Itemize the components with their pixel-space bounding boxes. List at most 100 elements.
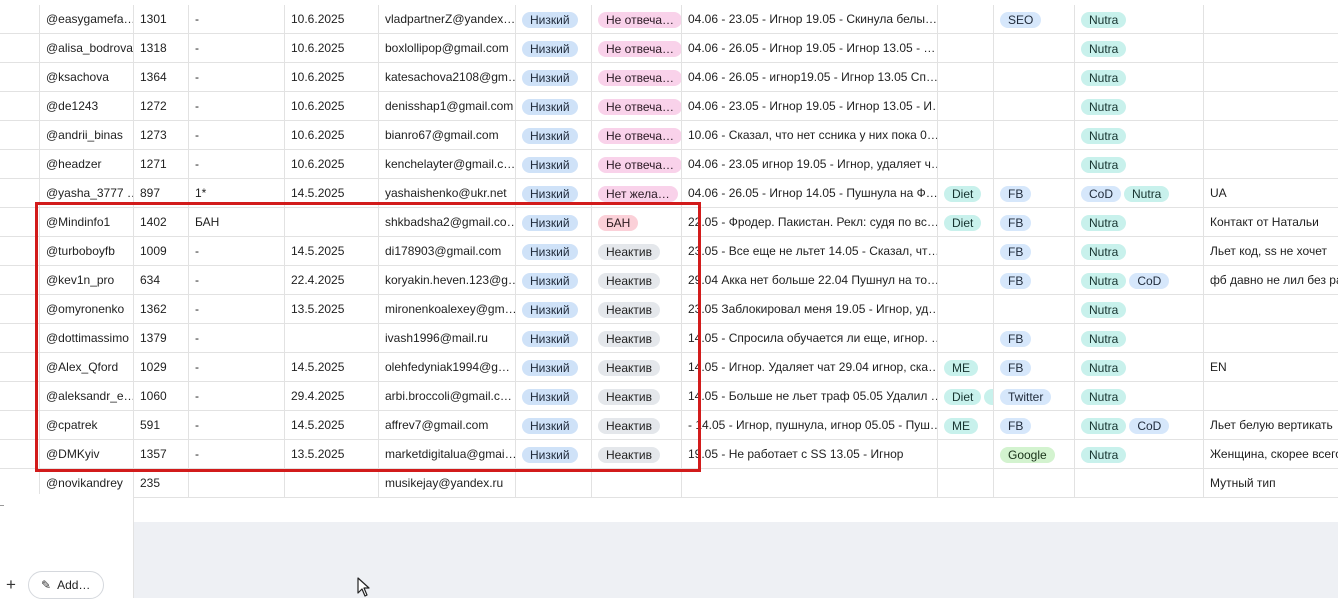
flag-cell[interactable]: - [189,34,285,62]
source-cell[interactable]: SEO [994,5,1075,33]
row-header-cell[interactable] [0,295,40,323]
username-cell[interactable]: @yasha_3777 … [40,179,134,207]
row-header-cell[interactable] [0,121,40,149]
id-cell[interactable]: 1271 [134,150,189,178]
username-cell[interactable]: @turboboyfb [40,237,134,265]
flag-cell[interactable]: - [189,324,285,352]
email-cell[interactable]: marketdigitalua@gmai… [379,440,516,468]
row-header-cell[interactable] [0,324,40,352]
flag-cell[interactable]: - [189,237,285,265]
priority-cell[interactable]: Низкий [516,63,592,91]
vertical-cell[interactable]: Nutra [1075,324,1204,352]
status-cell[interactable]: Неактив [592,353,682,381]
flag-cell[interactable]: - [189,295,285,323]
id-cell[interactable]: 1272 [134,92,189,120]
source-cell[interactable]: FB [994,324,1075,352]
notes-cell[interactable]: - 14.05 - Игнор, пушнула, игнор 05.05 - … [682,411,938,439]
status-cell[interactable]: Не отвеча… [592,92,682,120]
geo-cell[interactable] [938,121,994,149]
row-header-cell[interactable] [0,237,40,265]
flag-cell[interactable]: 1* [189,179,285,207]
id-cell[interactable]: 1060 [134,382,189,410]
table-row[interactable]: @novikandrey 235 musikejay@yandex.ru Мутный… [0,469,1338,498]
email-cell[interactable]: vladpartnerZ@yandex… [379,5,516,33]
priority-cell[interactable]: Низкий [516,150,592,178]
geo-cell[interactable] [938,63,994,91]
source-cell[interactable] [994,150,1075,178]
priority-cell[interactable]: Низкий [516,382,592,410]
date-cell[interactable]: 22.4.2025 [285,266,379,294]
geo-cell[interactable] [938,295,994,323]
table-row[interactable]: @aleksandr_e… 1060 - 29.4.2025 arbi.broccoli… [0,382,1338,411]
id-cell[interactable]: 235 [134,469,189,497]
vertical-cell[interactable]: Nutra [1075,63,1204,91]
row-header-cell[interactable] [0,179,40,207]
date-cell[interactable]: 29.4.2025 [285,382,379,410]
notes-cell[interactable]: 04.06 - 23.05 игнор 19.05 - Игнор, удаля… [682,150,938,178]
priority-cell[interactable]: Низкий [516,295,592,323]
row-header-cell[interactable] [0,5,40,33]
comment-cell[interactable] [1204,63,1338,91]
vertical-cell[interactable]: Nutra [1075,150,1204,178]
geo-cell[interactable]: Diet [938,179,994,207]
geo-cell[interactable] [938,266,994,294]
date-cell[interactable]: 10.6.2025 [285,63,379,91]
vertical-cell[interactable]: Nutra [1075,382,1204,410]
email-cell[interactable]: denisshap1@gmail.com [379,92,516,120]
status-cell[interactable]: Неактив [592,237,682,265]
vertical-cell[interactable]: Nutra [1075,353,1204,381]
notes-cell[interactable]: 14.05 - Спросила обучается ли еще, игнор… [682,324,938,352]
comment-cell[interactable]: Льет код, ss не хочет [1204,237,1338,265]
flag-cell[interactable]: - [189,121,285,149]
row-header-cell[interactable] [0,440,40,468]
priority-cell[interactable]: Низкий [516,121,592,149]
notes-cell[interactable]: 04.06 - 26.05 - игнор19.05 - Игнор 13.05… [682,63,938,91]
status-cell[interactable] [592,469,682,497]
flag-cell[interactable]: - [189,411,285,439]
flag-cell[interactable]: - [189,150,285,178]
status-cell[interactable]: Нет жела… [592,179,682,207]
vertical-cell[interactable]: Nutra [1075,440,1204,468]
username-cell[interactable]: @alisa_bodrova [40,34,134,62]
geo-cell[interactable]: ME [938,411,994,439]
email-cell[interactable]: bianro67@gmail.com [379,121,516,149]
geo-cell[interactable] [938,34,994,62]
vertical-cell[interactable]: Nutra [1075,295,1204,323]
priority-cell[interactable]: Низкий [516,440,592,468]
status-cell[interactable]: Неактив [592,324,682,352]
priority-cell[interactable]: Низкий [516,266,592,294]
email-cell[interactable]: boxlollipop@gmail.com [379,34,516,62]
username-cell[interactable]: @DMKyiv [40,440,134,468]
status-cell[interactable]: Неактив [592,266,682,294]
row-header-cell[interactable] [0,92,40,120]
username-cell[interactable]: @cpatrek [40,411,134,439]
date-cell[interactable]: 13.5.2025 [285,295,379,323]
id-cell[interactable]: 634 [134,266,189,294]
flag-cell[interactable]: - [189,266,285,294]
flag-cell[interactable] [189,469,285,497]
date-cell[interactable]: 14.5.2025 [285,411,379,439]
username-cell[interactable]: @de1243 [40,92,134,120]
table-row[interactable]: @kev1n_pro 634 - 22.4.2025 koryakin.heven.12… [0,266,1338,295]
geo-cell[interactable] [938,237,994,265]
comment-cell[interactable]: фб давно не лил без ра [1204,266,1338,294]
notes-cell[interactable]: 04.06 - 23.05 - Игнор 19.05 - Игнор 13.0… [682,92,938,120]
notes-cell[interactable]: 04.06 - 26.05 - Игнор 14.05 - Пушнула на… [682,179,938,207]
notes-cell[interactable]: 29.04 Акка нет больше 22.04 Пушнул на то… [682,266,938,294]
id-cell[interactable]: 1364 [134,63,189,91]
comment-cell[interactable] [1204,34,1338,62]
flag-cell[interactable]: - [189,440,285,468]
email-cell[interactable]: katesachova2108@gm… [379,63,516,91]
email-cell[interactable]: olehfedyniak1994@g… [379,353,516,381]
email-cell[interactable]: di178903@gmail.com [379,237,516,265]
add-row-button[interactable]: + [0,573,22,597]
comment-cell[interactable] [1204,382,1338,410]
geo-cell[interactable] [938,92,994,120]
date-cell[interactable]: 10.6.2025 [285,150,379,178]
row-header-cell[interactable] [0,469,40,497]
date-cell[interactable]: 10.6.2025 [285,121,379,149]
notes-cell[interactable]: 23.05 Заблокировал меня 19.05 - Игнор, у… [682,295,938,323]
table-row[interactable]: @easygamefa… 1301 - 10.6.2025 vladpartnerZ@y… [0,5,1338,34]
username-cell[interactable]: @omyronenko [40,295,134,323]
source-cell[interactable] [994,63,1075,91]
